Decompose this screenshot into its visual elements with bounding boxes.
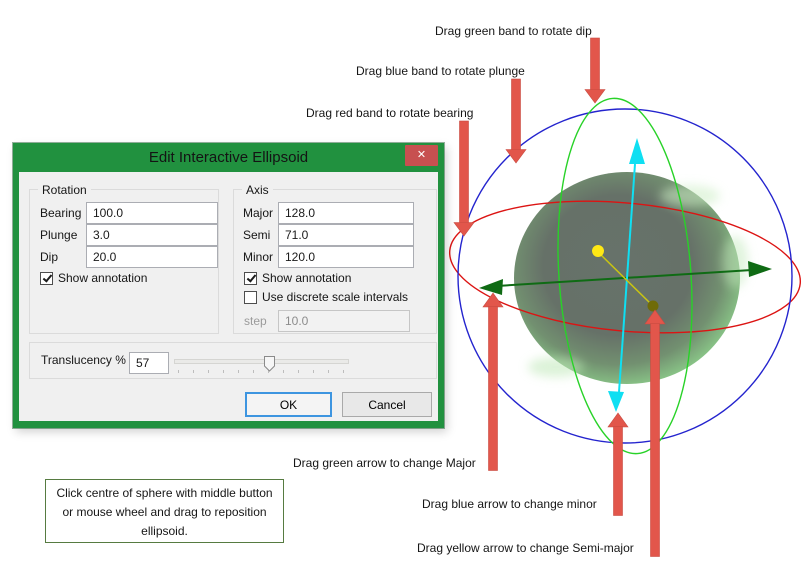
axis-group-legend: Axis: [242, 183, 273, 197]
dip-label: Dip: [40, 250, 59, 264]
slider-tick: [343, 370, 344, 373]
plunge-field[interactable]: [86, 224, 218, 246]
dip-field[interactable]: [86, 246, 218, 268]
discrete-intervals-checkbox[interactable]: [244, 291, 257, 304]
translucency-field[interactable]: [129, 352, 169, 374]
annotation-arrow-major: [482, 292, 504, 471]
axis-show-annotation-checkbox[interactable]: [244, 272, 257, 285]
minor-arrow-bottom-head[interactable]: [608, 391, 624, 412]
bearing-field[interactable]: [86, 202, 218, 224]
close-icon: ✕: [416, 149, 427, 161]
translucency-slider-track[interactable]: [174, 359, 349, 364]
ok-button[interactable]: OK: [245, 392, 332, 417]
slider-tick: [328, 370, 329, 373]
bearing-annotation-label: Drag red band to rotate bearing: [306, 106, 474, 120]
edit-ellipsoid-dialog: Edit Interactive Ellipsoid ✕ Rotation Be…: [13, 143, 444, 428]
semi-label: Semi: [243, 228, 271, 242]
rotation-show-annotation-checkbox[interactable]: [40, 272, 53, 285]
annotation-arrow-plunge: [505, 78, 527, 164]
major-field[interactable]: [278, 202, 414, 224]
rotation-show-annotation-label: Show annotation: [58, 271, 148, 285]
slider-tick: [253, 370, 254, 373]
minor-field[interactable]: [278, 246, 414, 268]
slider-tick: [178, 370, 179, 373]
dialog-content: Rotation Bearing Plunge Dip Show annotat…: [19, 172, 438, 421]
slider-tick: [283, 370, 284, 373]
rotation-group: Rotation Bearing Plunge Dip Show annotat…: [29, 183, 219, 334]
reposition-note: Click centre of sphere with middle butto…: [45, 479, 284, 543]
step-field: [278, 310, 410, 332]
close-button[interactable]: ✕: [405, 145, 438, 166]
major-label: Major: [243, 206, 274, 220]
annotation-arrow-minor: [607, 412, 629, 516]
plunge-annotation-label: Drag blue band to rotate plunge: [356, 64, 525, 78]
slider-tick: [238, 370, 239, 373]
translucency-slider-thumb[interactable]: [264, 356, 275, 372]
screenshot-canvas: Drag green band to rotate dip Drag blue …: [0, 0, 807, 576]
dip-annotation-label: Drag green band to rotate dip: [435, 24, 592, 38]
cancel-button[interactable]: Cancel: [342, 392, 432, 417]
translucency-label: Translucency %: [41, 353, 126, 367]
plunge-label: Plunge: [40, 228, 78, 242]
sphere-highlight-right: [722, 236, 748, 288]
slider-tick: [223, 370, 224, 373]
major-annotation-label: Drag green arrow to change Major: [293, 456, 476, 470]
rotation-group-legend: Rotation: [38, 183, 91, 197]
slider-tick: [298, 370, 299, 373]
slider-tick: [208, 370, 209, 373]
bearing-label: Bearing: [40, 206, 82, 220]
semi-field[interactable]: [278, 224, 414, 246]
minor-arrow-top-head[interactable]: [629, 138, 645, 164]
olive-end-handle[interactable]: [647, 300, 659, 312]
slider-tick: [193, 370, 194, 373]
annotation-arrow-dip: [584, 37, 606, 104]
axis-show-annotation-label: Show annotation: [262, 271, 352, 285]
major-arrow-right-head[interactable]: [748, 261, 772, 277]
step-label: step: [244, 314, 267, 328]
annotation-arrow-bearing: [453, 120, 475, 237]
translucency-group: Translucency %: [29, 342, 437, 379]
semi-major-annotation-label: Drag yellow arrow to change Semi-major: [417, 541, 634, 555]
sphere-highlight-top-right: [660, 185, 720, 207]
axis-group: Axis Major Semi Minor Show annotation Us…: [233, 183, 437, 334]
yellow-centre-handle[interactable]: [592, 245, 604, 257]
slider-tick: [313, 370, 314, 373]
discrete-intervals-label: Use discrete scale intervals: [262, 290, 409, 304]
dialog-titlebar[interactable]: Edit Interactive Ellipsoid ✕: [13, 143, 444, 172]
minor-label: Minor: [243, 250, 274, 264]
dialog-title: Edit Interactive Ellipsoid: [148, 149, 309, 166]
minor-annotation-label: Drag blue arrow to change minor: [422, 497, 597, 511]
